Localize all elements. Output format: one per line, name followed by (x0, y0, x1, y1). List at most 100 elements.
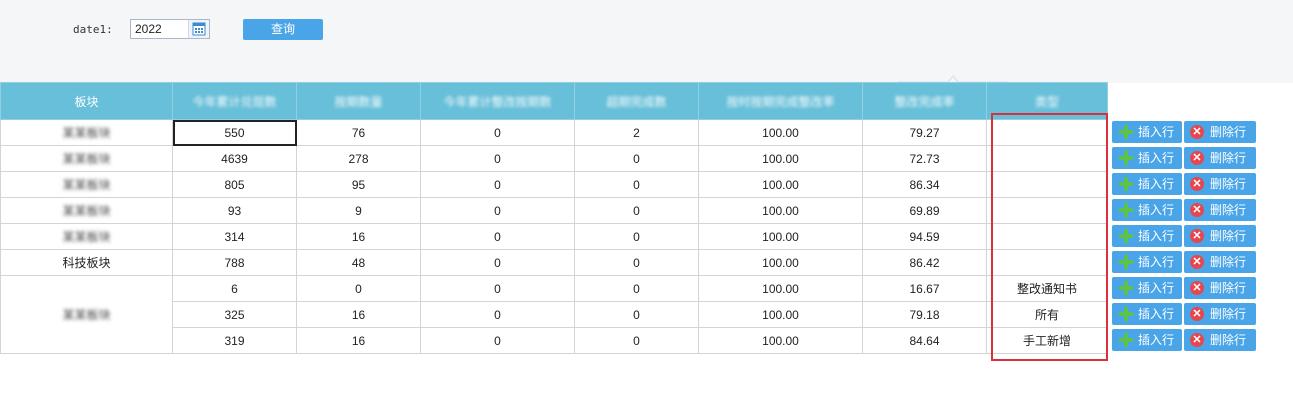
data-table: 板块 今年累计兑现数 按期数量 今年累计整改按期数 超期完成数 按时按期完成整改… (0, 82, 1108, 354)
delete-row-button[interactable]: ✕ 删除行 (1184, 225, 1256, 247)
cell[interactable]: 86.34 (862, 171, 987, 198)
date-value[interactable]: 2022 (135, 22, 162, 36)
cell[interactable]: 0 (420, 223, 575, 250)
cell-type[interactable] (986, 197, 1108, 224)
cell-board[interactable]: 某某板块 (0, 223, 173, 250)
cell[interactable]: 76 (296, 119, 421, 146)
cell[interactable]: 0 (574, 171, 699, 198)
delete-row-button[interactable]: ✕ 删除行 (1184, 173, 1256, 195)
cell-type[interactable]: 所有 (986, 301, 1108, 328)
cell[interactable]: 100.00 (698, 223, 863, 250)
delete-row-button[interactable]: ✕ 删除行 (1184, 303, 1256, 325)
cell-board[interactable]: 某某板块 (0, 145, 173, 172)
cell[interactable]: 100.00 (698, 145, 863, 172)
delete-row-button[interactable]: ✕ 删除行 (1184, 199, 1256, 221)
cell[interactable]: 100.00 (698, 301, 863, 328)
cell[interactable]: 16 (296, 301, 421, 328)
cell[interactable]: 0 (574, 223, 699, 250)
column-header-type: 类型 (986, 82, 1108, 120)
delete-row-button[interactable]: ✕ 删除行 (1184, 251, 1256, 273)
insert-row-button[interactable]: 插入行 (1112, 147, 1182, 169)
cell-type[interactable]: 整改通知书 (986, 275, 1108, 302)
close-icon: ✕ (1190, 281, 1204, 295)
row-action-group: 插入行 ✕ 删除行 (1112, 225, 1257, 247)
cell[interactable]: 84.64 (862, 327, 987, 354)
cell[interactable]: 9 (296, 197, 421, 224)
cell[interactable]: 0 (574, 301, 699, 328)
cell[interactable]: 95 (296, 171, 421, 198)
delete-row-button[interactable]: ✕ 删除行 (1184, 329, 1256, 351)
insert-row-button[interactable]: 插入行 (1112, 251, 1182, 273)
cell[interactable]: 4639 (172, 145, 297, 172)
cell[interactable]: 314 (172, 223, 297, 250)
cell[interactable]: 100.00 (698, 119, 863, 146)
cell[interactable]: 805 (172, 171, 297, 198)
delete-row-button[interactable]: ✕ 删除行 (1184, 277, 1256, 299)
insert-row-button[interactable]: 插入行 (1112, 329, 1182, 351)
cell[interactable]: 100.00 (698, 249, 863, 276)
cell[interactable]: 86.42 (862, 249, 987, 276)
cell[interactable]: 0 (420, 171, 575, 198)
cell[interactable]: 16.67 (862, 275, 987, 302)
close-icon: ✕ (1190, 125, 1204, 139)
query-button[interactable]: 查询 (243, 19, 323, 40)
cell[interactable]: 0 (420, 197, 575, 224)
cell[interactable]: 0 (574, 145, 699, 172)
insert-row-button[interactable]: 插入行 (1112, 121, 1182, 143)
cell[interactable]: 0 (296, 275, 421, 302)
cell[interactable]: 2 (574, 119, 699, 146)
cell[interactable]: 93 (172, 197, 297, 224)
cell[interactable]: 550 (172, 119, 297, 146)
cell[interactable]: 16 (296, 223, 421, 250)
cell[interactable]: 79.27 (862, 119, 987, 146)
cell[interactable]: 69.89 (862, 197, 987, 224)
cell[interactable]: 94.59 (862, 223, 987, 250)
table-header-row: 板块 今年累计兑现数 按期数量 今年累计整改按期数 超期完成数 按时按期完成整改… (0, 82, 1108, 120)
delete-row-button[interactable]: ✕ 删除行 (1184, 121, 1256, 143)
cell-type[interactable] (986, 249, 1108, 276)
cell[interactable]: 100.00 (698, 275, 863, 302)
cell-type[interactable]: 手工新增 (986, 327, 1108, 354)
cell[interactable]: 0 (420, 327, 575, 354)
cell[interactable]: 788 (172, 249, 297, 276)
delete-row-button[interactable]: ✕ 删除行 (1184, 147, 1256, 169)
cell[interactable]: 48 (296, 249, 421, 276)
cell[interactable]: 16 (296, 327, 421, 354)
insert-row-button[interactable]: 插入行 (1112, 225, 1182, 247)
cell-board[interactable]: 某某板块 (0, 197, 173, 224)
cell[interactable]: 0 (420, 145, 575, 172)
cell[interactable]: 325 (172, 301, 297, 328)
cell[interactable]: 0 (420, 275, 575, 302)
cell[interactable]: 319 (172, 327, 297, 354)
cell-board[interactable]: 某某板块 (0, 171, 173, 198)
cell-board[interactable]: 科技板块 (0, 249, 173, 276)
cell[interactable]: 100.00 (698, 197, 863, 224)
cell-type[interactable] (986, 223, 1108, 250)
cell[interactable]: 100.00 (698, 327, 863, 354)
cell[interactable]: 0 (420, 301, 575, 328)
cell[interactable]: 0 (574, 249, 699, 276)
column-header: 超期完成数 (574, 82, 699, 120)
cell-board[interactable]: 某某板块 (0, 119, 173, 146)
insert-row-button[interactable]: 插入行 (1112, 173, 1182, 195)
calendar-icon[interactable] (188, 20, 209, 38)
close-icon: ✕ (1190, 151, 1204, 165)
cell-board-merged[interactable]: 某某板块 (0, 275, 173, 354)
insert-row-button[interactable]: 插入行 (1112, 277, 1182, 299)
cell[interactable]: 0 (420, 119, 575, 146)
insert-row-button[interactable]: 插入行 (1112, 303, 1182, 325)
cell-type[interactable] (986, 171, 1108, 198)
date-input[interactable]: 2022 (130, 19, 210, 39)
insert-row-button[interactable]: 插入行 (1112, 199, 1182, 221)
cell[interactable]: 0 (574, 197, 699, 224)
cell[interactable]: 72.73 (862, 145, 987, 172)
cell[interactable]: 6 (172, 275, 297, 302)
cell[interactable]: 278 (296, 145, 421, 172)
cell[interactable]: 79.18 (862, 301, 987, 328)
cell[interactable]: 0 (574, 275, 699, 302)
cell[interactable]: 0 (420, 249, 575, 276)
cell-type[interactable] (986, 119, 1108, 146)
cell-type[interactable] (986, 145, 1108, 172)
cell[interactable]: 100.00 (698, 171, 863, 198)
cell[interactable]: 0 (574, 327, 699, 354)
